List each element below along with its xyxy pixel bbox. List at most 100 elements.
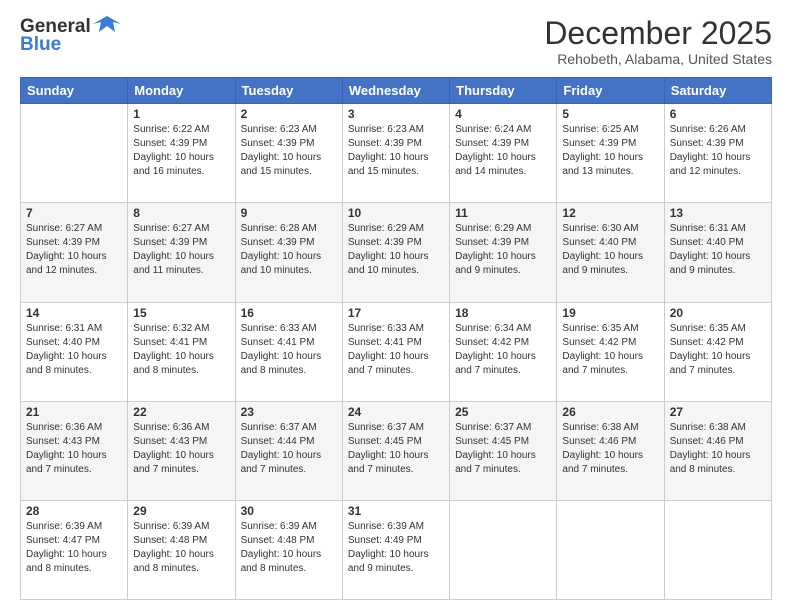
day-number: 14 xyxy=(26,306,122,320)
header: General Blue December 2025 Rehobeth, Ala… xyxy=(20,16,772,67)
day-info: Sunrise: 6:27 AM Sunset: 4:39 PM Dayligh… xyxy=(26,222,122,278)
day-number: 1 xyxy=(133,107,229,121)
day-info: Sunrise: 6:35 AM Sunset: 4:42 PM Dayligh… xyxy=(670,322,766,378)
day-number: 7 xyxy=(26,206,122,220)
table-row: 20 Sunrise: 6:35 AM Sunset: 4:42 PM Dayli… xyxy=(664,302,771,401)
day-number: 30 xyxy=(241,504,337,518)
table-row: 1 Sunrise: 6:22 AM Sunset: 4:39 PM Daylig… xyxy=(128,104,235,203)
day-info: Sunrise: 6:23 AM Sunset: 4:39 PM Dayligh… xyxy=(348,123,444,179)
table-row: 19 Sunrise: 6:35 AM Sunset: 4:42 PM Dayli… xyxy=(557,302,664,401)
page-title: December 2025 xyxy=(544,16,772,51)
table-row xyxy=(21,104,128,203)
col-tuesday: Tuesday xyxy=(235,78,342,104)
logo-blue: Blue xyxy=(20,34,61,56)
table-row: 3 Sunrise: 6:23 AM Sunset: 4:39 PM Daylig… xyxy=(342,104,449,203)
day-number: 29 xyxy=(133,504,229,518)
logo: General Blue xyxy=(20,16,121,56)
table-row: 2Sunrise: 6:23 AM Sunset: 4:39 PM Daylig… xyxy=(235,104,342,203)
day-info: Sunrise: 6:30 AM Sunset: 4:40 PM Dayligh… xyxy=(562,222,658,278)
day-number: 27 xyxy=(670,405,766,419)
table-row: 28Sunrise: 6:39 AM Sunset: 4:47 PM Dayli… xyxy=(21,500,128,599)
day-info: Sunrise: 6:34 AM Sunset: 4:42 PM Dayligh… xyxy=(455,322,551,378)
calendar-header-row: Sunday Monday Tuesday Wednesday Thursday… xyxy=(21,78,772,104)
col-friday: Friday xyxy=(557,78,664,104)
table-row: 31 Sunrise: 6:39 AM Sunset: 4:49 PM Dayli… xyxy=(342,500,449,599)
day-info: Sunrise: 6:23 AM Sunset: 4:39 PM Dayligh… xyxy=(241,123,337,179)
table-row: 25 Sunrise: 6:37 AM Sunset: 4:45 PM Dayli… xyxy=(450,401,557,500)
table-row: 27 Sunrise: 6:38 AM Sunset: 4:46 PM Dayli… xyxy=(664,401,771,500)
day-number: 16 xyxy=(241,306,337,320)
day-number: 8 xyxy=(133,206,229,220)
day-info: Sunrise: 6:35 AM Sunset: 4:42 PM Dayligh… xyxy=(562,322,658,378)
day-number: 24 xyxy=(348,405,444,419)
day-info: Sunrise: 6:37 AM Sunset: 4:45 PM Dayligh… xyxy=(348,421,444,477)
day-number: 25 xyxy=(455,405,551,419)
day-info: Sunrise: 6:39 AM Sunset: 4:48 PM Dayligh… xyxy=(241,520,337,576)
calendar-week-row: 28Sunrise: 6:39 AM Sunset: 4:47 PM Dayli… xyxy=(21,500,772,599)
day-info: Sunrise: 6:31 AM Sunset: 4:40 PM Dayligh… xyxy=(670,222,766,278)
day-number: 5 xyxy=(562,107,658,121)
table-row: 23Sunrise: 6:37 AM Sunset: 4:44 PM Dayli… xyxy=(235,401,342,500)
table-row: 6 Sunrise: 6:26 AM Sunset: 4:39 PM Daylig… xyxy=(664,104,771,203)
day-number: 19 xyxy=(562,306,658,320)
table-row xyxy=(450,500,557,599)
day-info: Sunrise: 6:36 AM Sunset: 4:43 PM Dayligh… xyxy=(26,421,122,477)
col-sunday: Sunday xyxy=(21,78,128,104)
calendar-week-row: 1 Sunrise: 6:22 AM Sunset: 4:39 PM Daylig… xyxy=(21,104,772,203)
day-number: 6 xyxy=(670,107,766,121)
day-info: Sunrise: 6:29 AM Sunset: 4:39 PM Dayligh… xyxy=(455,222,551,278)
table-row: 14 Sunrise: 6:31 AM Sunset: 4:40 PM Dayli… xyxy=(21,302,128,401)
day-info: Sunrise: 6:39 AM Sunset: 4:49 PM Dayligh… xyxy=(348,520,444,576)
day-info: Sunrise: 6:24 AM Sunset: 4:39 PM Dayligh… xyxy=(455,123,551,179)
table-row: 10Sunrise: 6:29 AM Sunset: 4:39 PM Dayli… xyxy=(342,203,449,302)
table-row: 22 Sunrise: 6:36 AM Sunset: 4:43 PM Dayli… xyxy=(128,401,235,500)
table-row xyxy=(664,500,771,599)
col-monday: Monday xyxy=(128,78,235,104)
table-row: 24 Sunrise: 6:37 AM Sunset: 4:45 PM Dayli… xyxy=(342,401,449,500)
page-subtitle: Rehobeth, Alabama, United States xyxy=(544,51,772,67)
day-number: 9 xyxy=(241,206,337,220)
col-wednesday: Wednesday xyxy=(342,78,449,104)
day-info: Sunrise: 6:28 AM Sunset: 4:39 PM Dayligh… xyxy=(241,222,337,278)
day-info: Sunrise: 6:32 AM Sunset: 4:41 PM Dayligh… xyxy=(133,322,229,378)
table-row: 13 Sunrise: 6:31 AM Sunset: 4:40 PM Dayli… xyxy=(664,203,771,302)
col-saturday: Saturday xyxy=(664,78,771,104)
title-block: December 2025 Rehobeth, Alabama, United … xyxy=(544,16,772,67)
day-info: Sunrise: 6:39 AM Sunset: 4:48 PM Dayligh… xyxy=(133,520,229,576)
day-info: Sunrise: 6:26 AM Sunset: 4:39 PM Dayligh… xyxy=(670,123,766,179)
day-number: 22 xyxy=(133,405,229,419)
day-number: 13 xyxy=(670,206,766,220)
day-number: 4 xyxy=(455,107,551,121)
calendar-week-row: 21Sunrise: 6:36 AM Sunset: 4:43 PM Dayli… xyxy=(21,401,772,500)
table-row: 16Sunrise: 6:33 AM Sunset: 4:41 PM Dayli… xyxy=(235,302,342,401)
table-row: 4 Sunrise: 6:24 AM Sunset: 4:39 PM Daylig… xyxy=(450,104,557,203)
day-number: 17 xyxy=(348,306,444,320)
day-info: Sunrise: 6:31 AM Sunset: 4:40 PM Dayligh… xyxy=(26,322,122,378)
day-info: Sunrise: 6:37 AM Sunset: 4:45 PM Dayligh… xyxy=(455,421,551,477)
table-row: 29 Sunrise: 6:39 AM Sunset: 4:48 PM Dayli… xyxy=(128,500,235,599)
table-row xyxy=(557,500,664,599)
day-info: Sunrise: 6:38 AM Sunset: 4:46 PM Dayligh… xyxy=(670,421,766,477)
day-number: 12 xyxy=(562,206,658,220)
logo-bird-icon xyxy=(93,14,121,36)
day-number: 15 xyxy=(133,306,229,320)
page: General Blue December 2025 Rehobeth, Ala… xyxy=(0,0,792,612)
table-row: 21Sunrise: 6:36 AM Sunset: 4:43 PM Dayli… xyxy=(21,401,128,500)
day-info: Sunrise: 6:25 AM Sunset: 4:39 PM Dayligh… xyxy=(562,123,658,179)
calendar-table: Sunday Monday Tuesday Wednesday Thursday… xyxy=(20,77,772,600)
day-number: 18 xyxy=(455,306,551,320)
table-row: 12 Sunrise: 6:30 AM Sunset: 4:40 PM Dayli… xyxy=(557,203,664,302)
day-info: Sunrise: 6:38 AM Sunset: 4:46 PM Dayligh… xyxy=(562,421,658,477)
table-row: 17 Sunrise: 6:33 AM Sunset: 4:41 PM Dayli… xyxy=(342,302,449,401)
day-number: 20 xyxy=(670,306,766,320)
day-info: Sunrise: 6:36 AM Sunset: 4:43 PM Dayligh… xyxy=(133,421,229,477)
table-row: 9 Sunrise: 6:28 AM Sunset: 4:39 PM Daylig… xyxy=(235,203,342,302)
day-number: 23 xyxy=(241,405,337,419)
col-thursday: Thursday xyxy=(450,78,557,104)
day-number: 28 xyxy=(26,504,122,518)
day-number: 31 xyxy=(348,504,444,518)
day-info: Sunrise: 6:29 AM Sunset: 4:39 PM Dayligh… xyxy=(348,222,444,278)
day-info: Sunrise: 6:22 AM Sunset: 4:39 PM Dayligh… xyxy=(133,123,229,179)
day-number: 3 xyxy=(348,107,444,121)
day-info: Sunrise: 6:33 AM Sunset: 4:41 PM Dayligh… xyxy=(348,322,444,378)
